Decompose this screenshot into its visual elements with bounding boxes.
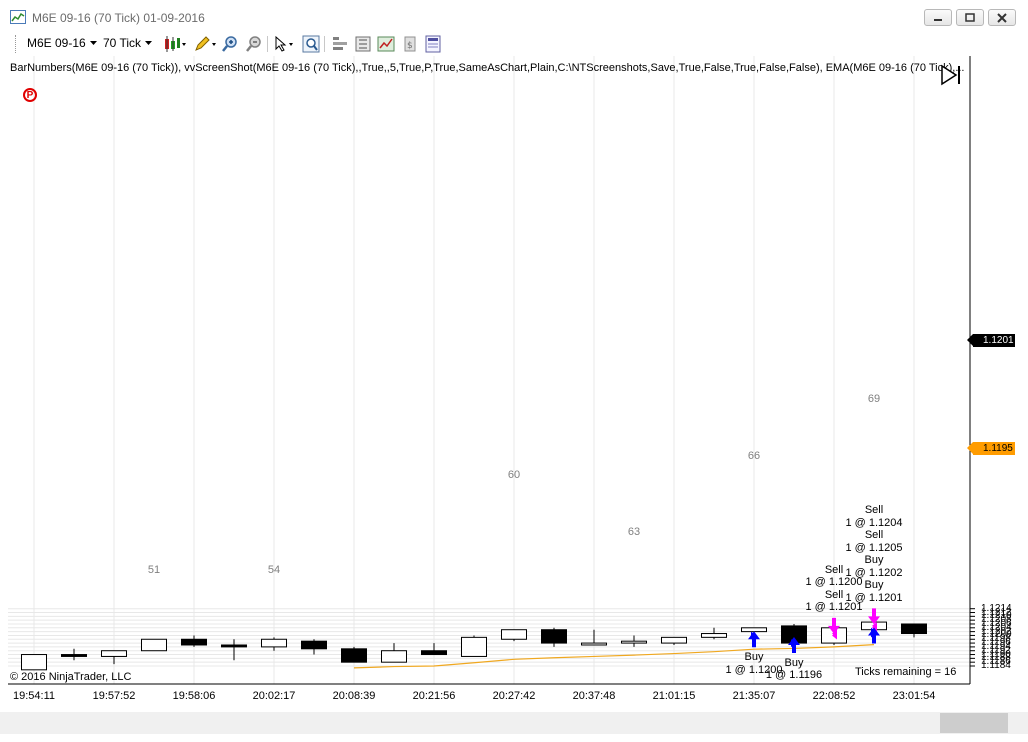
x-tick-label: 19:54:11 bbox=[12, 690, 56, 702]
interval-label: 70 Tick bbox=[103, 36, 142, 50]
indicator-legend: BarNumbers(M6E 09-16 (70 Tick)), vvScree… bbox=[10, 62, 965, 74]
candle-up bbox=[701, 633, 727, 638]
execution-label-line: Sell bbox=[864, 529, 884, 542]
strategies-icon[interactable] bbox=[377, 35, 395, 53]
execution-label-line: 1 @ 1.1205 bbox=[845, 541, 903, 554]
chevron-down-icon bbox=[145, 41, 153, 45]
x-tick-label: 22:08:52 bbox=[812, 690, 856, 702]
x-tick-label: 20:27:42 bbox=[492, 690, 536, 702]
properties-window-icon[interactable] bbox=[424, 35, 442, 53]
execution-label-line: 1 @ 1.1196 bbox=[765, 669, 823, 682]
chevron-down-icon bbox=[89, 41, 97, 45]
candle-up bbox=[21, 654, 47, 671]
toolbar-separator bbox=[324, 36, 325, 52]
candle-up bbox=[501, 629, 527, 640]
close-icon bbox=[997, 13, 1007, 23]
candle-up bbox=[621, 640, 647, 644]
execution-label-line: Buy bbox=[864, 554, 884, 567]
close-button[interactable] bbox=[988, 9, 1016, 26]
zoom-in-icon[interactable] bbox=[221, 35, 239, 53]
zoom-out-icon[interactable] bbox=[245, 35, 263, 53]
window-titlebar: M6E 09-16 (70 Tick) 01-09-2016 bbox=[0, 0, 1028, 33]
x-tick-label: 20:02:17 bbox=[252, 690, 296, 702]
data-box-icon[interactable] bbox=[331, 35, 349, 53]
candle-down bbox=[901, 623, 927, 635]
execution-label-line: Buy bbox=[784, 656, 804, 669]
candle-up bbox=[381, 650, 407, 663]
horizontal-scrollbar[interactable] bbox=[0, 712, 1028, 734]
bar-number-label: 66 bbox=[747, 450, 761, 462]
execution-label-line: 1 @ 1.1201 bbox=[845, 591, 903, 604]
scrollbar-thumb[interactable] bbox=[940, 713, 1008, 733]
screenshot-p-marker: P bbox=[23, 88, 37, 102]
bar-number-label: 69 bbox=[867, 393, 881, 405]
templates-icon[interactable]: $ bbox=[401, 35, 419, 53]
bar-number-label: 63 bbox=[627, 526, 641, 538]
candle-up bbox=[741, 627, 767, 633]
candle-up bbox=[581, 642, 607, 646]
pointer-cursor-icon[interactable] bbox=[273, 35, 297, 53]
chart-properties-icon[interactable] bbox=[354, 35, 372, 53]
execution-label: Sell 1 @ 1.1204 Sell 1 @ 1.1205 Buy 1 @ 1.120… bbox=[845, 504, 902, 604]
bar-number-label: 51 bbox=[147, 564, 161, 576]
x-tick-label: 23:01:54 bbox=[892, 690, 936, 702]
candlestick-style-icon[interactable] bbox=[163, 35, 187, 53]
candle-up bbox=[661, 636, 687, 644]
candle-down bbox=[221, 644, 247, 648]
last-price-tag: 1.1201 bbox=[967, 334, 1015, 347]
x-tick-label: 19:58:06 bbox=[172, 690, 216, 702]
candle-down bbox=[61, 654, 87, 657]
copyright-text: © 2016 NinjaTrader, LLC bbox=[10, 671, 132, 683]
x-tick-label: 20:21:56 bbox=[412, 690, 456, 702]
window-bottom-border bbox=[0, 734, 1028, 742]
toolbar-separator bbox=[267, 36, 268, 52]
bar-number-label: 54 bbox=[267, 564, 281, 576]
magnifier-icon[interactable] bbox=[302, 35, 320, 53]
drawing-pencil-icon[interactable] bbox=[193, 35, 217, 53]
bar-number-label: 60 bbox=[507, 469, 521, 481]
maximize-button[interactable] bbox=[956, 9, 984, 26]
toolbar-grip bbox=[15, 35, 18, 53]
maximize-icon bbox=[965, 13, 975, 22]
candle-down bbox=[341, 648, 367, 663]
candle-up bbox=[141, 638, 167, 652]
go-to-live-icon[interactable] bbox=[940, 64, 962, 86]
execution-label-line: 1 @ 1.1202 bbox=[845, 566, 903, 579]
candle-up bbox=[461, 636, 487, 657]
interval-selector[interactable]: 70 Tick bbox=[103, 36, 153, 50]
x-tick-label: 21:01:15 bbox=[652, 690, 696, 702]
ask-price-tag: 1.1195 bbox=[967, 442, 1015, 455]
execution-label-line: Sell bbox=[864, 504, 884, 517]
candle-down bbox=[301, 640, 327, 650]
minimize-icon bbox=[934, 19, 942, 21]
chart-toolbar: M6E 09-16 70 Tick $ bbox=[0, 32, 1028, 56]
ticks-remaining-text: Ticks remaining = 16 bbox=[855, 666, 957, 678]
execution-label: Buy 1 @ 1.1196 bbox=[766, 657, 822, 682]
x-tick-label: 19:57:52 bbox=[92, 690, 136, 702]
candle-down bbox=[541, 629, 567, 644]
instrument-label: M6E 09-16 bbox=[27, 36, 86, 50]
x-tick-label: 20:08:39 bbox=[332, 690, 376, 702]
execution-label-line: Buy bbox=[864, 579, 884, 592]
candle-up bbox=[101, 650, 127, 657]
svg-text:$: $ bbox=[407, 41, 413, 51]
buy-arrow-icon bbox=[748, 631, 760, 648]
execution-label-line: 1 @ 1.1204 bbox=[845, 516, 903, 529]
candle-down bbox=[181, 638, 207, 646]
candle-down bbox=[421, 650, 447, 656]
window-title: M6E 09-16 (70 Tick) 01-09-2016 bbox=[32, 11, 205, 25]
y-tick-label: 1.1214 bbox=[981, 602, 1012, 614]
instrument-selector[interactable]: M6E 09-16 bbox=[27, 36, 97, 50]
minimize-button[interactable] bbox=[924, 9, 952, 26]
candle-up bbox=[261, 638, 287, 648]
x-tick-label: 21:35:07 bbox=[732, 690, 776, 702]
ninjatrader-chart-icon bbox=[10, 10, 26, 24]
x-tick-label: 20:37:48 bbox=[572, 690, 616, 702]
